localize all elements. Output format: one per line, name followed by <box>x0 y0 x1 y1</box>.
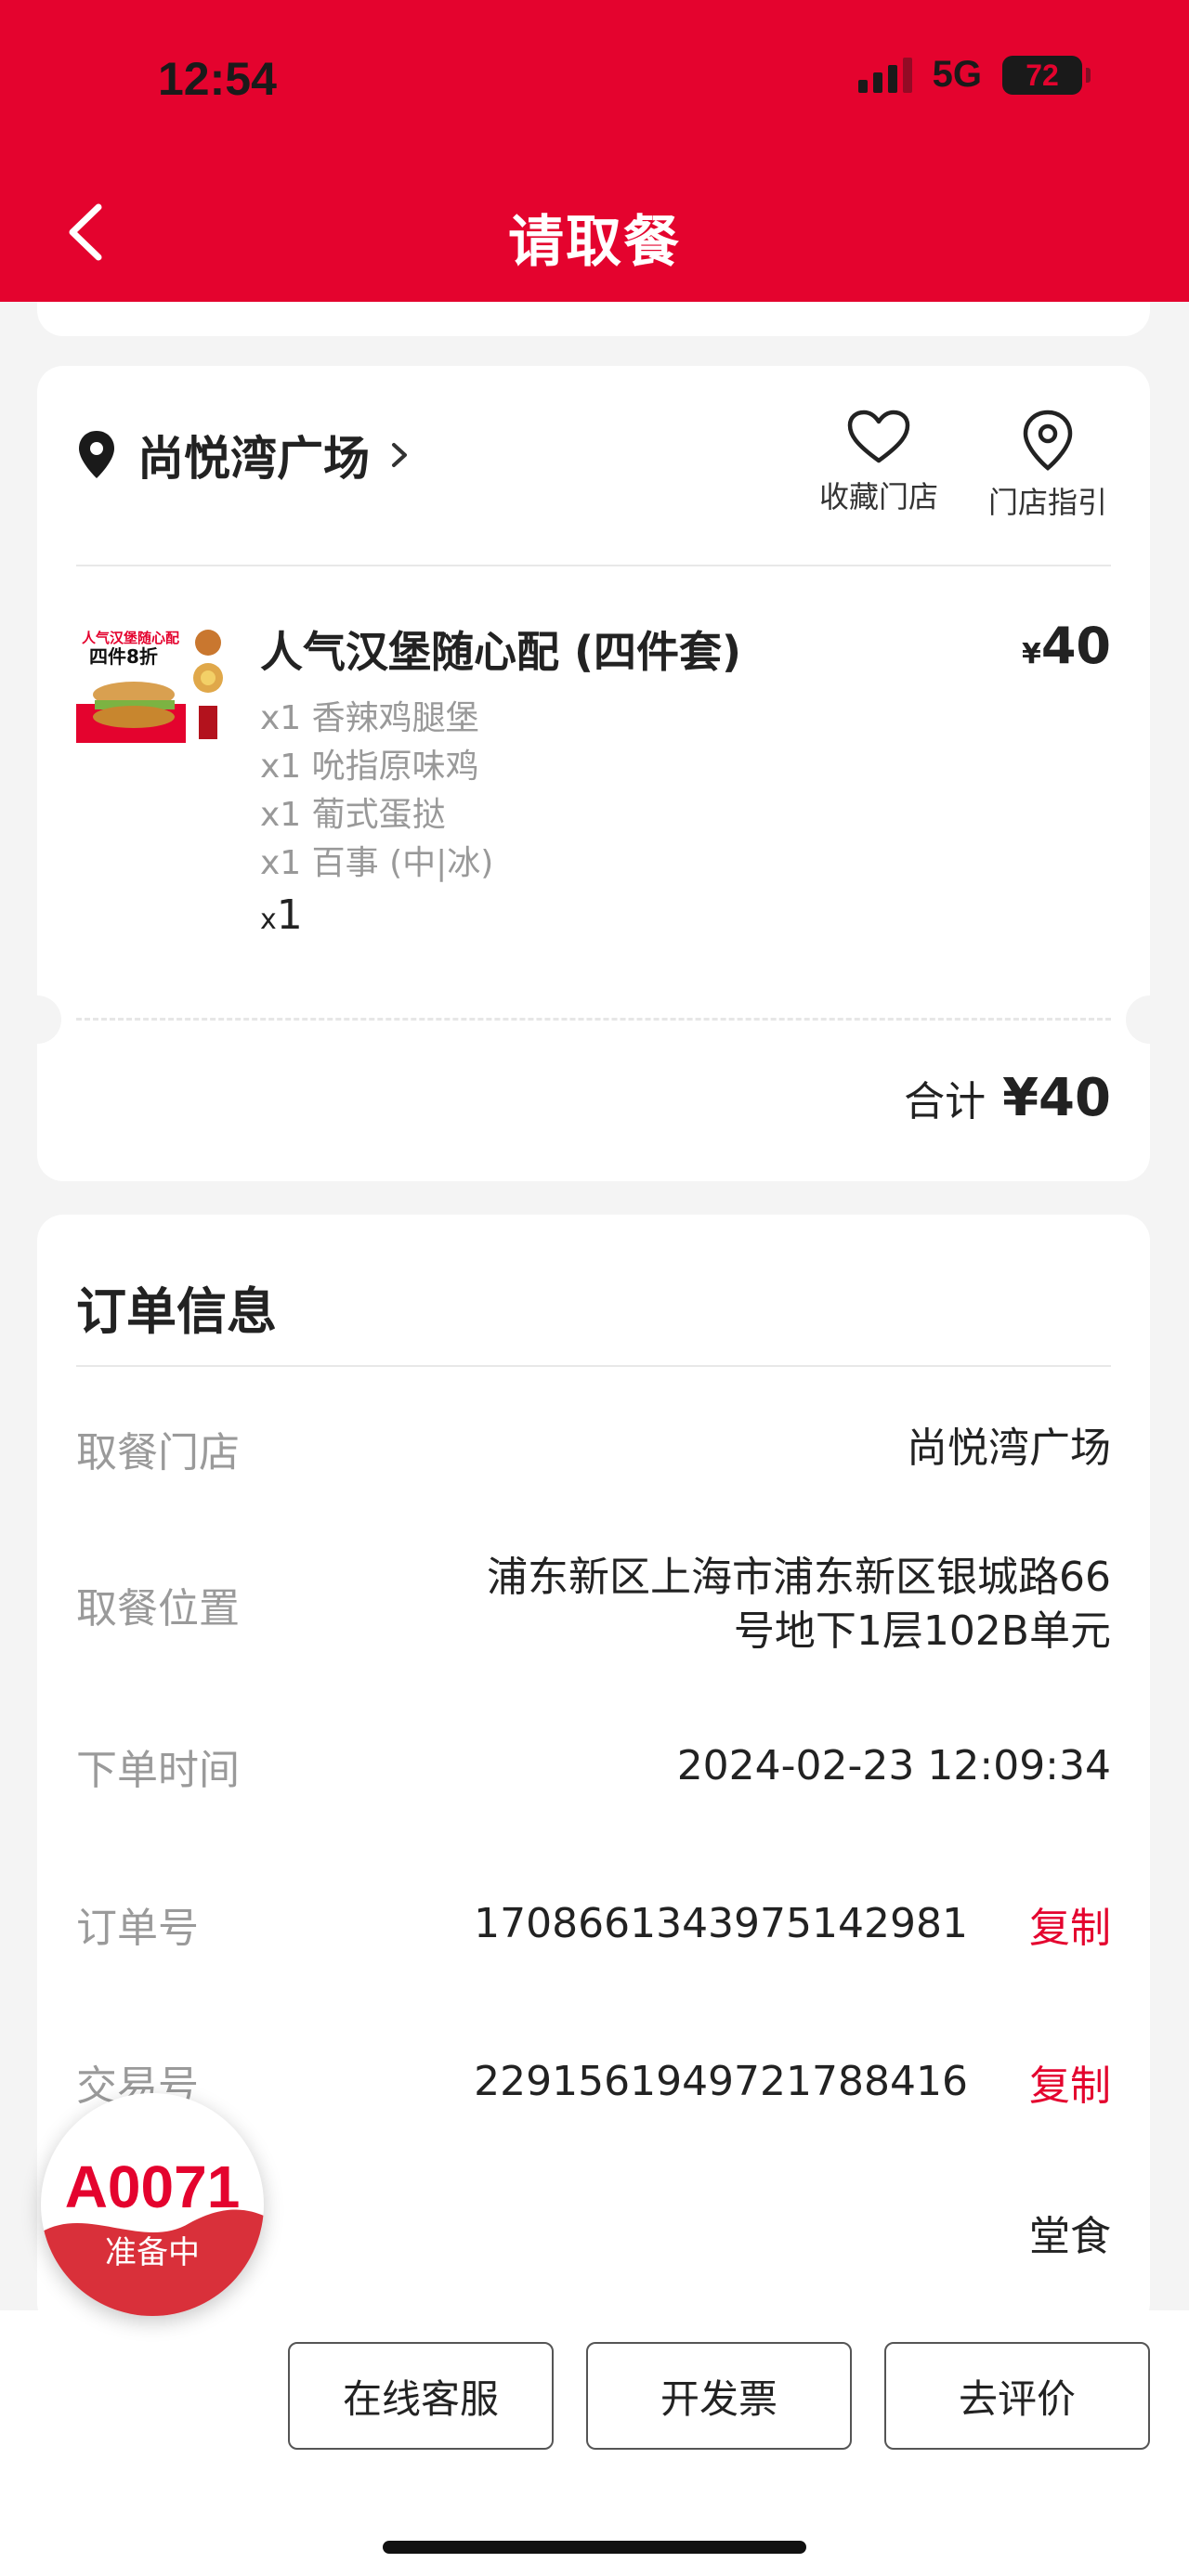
store-actions: 收藏门店 门店指引 <box>814 409 1113 522</box>
info-row-location: 取餐位置 浦东新区上海市浦东新区银城路66 号地下1层102B单元 <box>76 1551 1111 1659</box>
pickup-code: A0071 <box>64 2153 241 2220</box>
product-quantity: x1 <box>260 891 303 939</box>
info-value: 浦东新区上海市浦东新区银城路66 号地下1层102B单元 <box>487 1551 1111 1659</box>
product-image: 人气汉堡随心配 四件8折 <box>76 624 232 743</box>
invoice-button[interactable]: 开发票 <box>586 2342 852 2450</box>
info-label: 下单时间 <box>76 1747 240 1794</box>
product-image-text-1: 人气汉堡随心配 <box>82 630 179 646</box>
product-image-text-2: 四件8折 <box>89 645 158 668</box>
network-type: 5G <box>932 54 982 95</box>
price-symbol: ¥ <box>1021 638 1041 670</box>
list-item: x1 葡式蛋挞 <box>260 796 446 834</box>
info-value-line: 号地下1层102B单元 <box>733 1607 1111 1655</box>
info-row-order-time: 下单时间 2024-02-23 12:09:34 <box>76 1737 1111 1796</box>
copy-order-number-button[interactable]: 复制 <box>1029 1894 1111 1954</box>
ticket-notch-right <box>1126 995 1150 1044</box>
list-item: x1 香辣鸡腿堡 <box>260 699 479 737</box>
chevron-right-icon <box>392 443 407 467</box>
status-time: 12:54 <box>158 53 277 105</box>
divider <box>76 1365 1111 1367</box>
product-price: ¥40 <box>1022 617 1111 675</box>
pickup-code-badge[interactable]: A0071 准备中 <box>41 2093 264 2316</box>
price-value: 40 <box>1040 617 1111 675</box>
copy-transaction-number-button[interactable]: 复制 <box>1029 2052 1111 2112</box>
info-value: 1708661343975142981 <box>474 1900 968 1947</box>
order-info-title: 订单信息 <box>76 1282 277 1341</box>
total-label: 合计 <box>904 1078 986 1125</box>
battery-icon: 72 <box>1002 55 1091 95</box>
page-title: 请取餐 <box>508 210 681 275</box>
info-value: 尚悦湾广场 <box>907 1425 1111 1472</box>
map-pin-icon <box>1023 410 1073 471</box>
list-item: x1 百事 (中|冰) <box>260 844 494 882</box>
total-value: ¥40 <box>1002 1068 1111 1128</box>
signal-icon <box>857 57 912 93</box>
info-value: 2291561949721788416 <box>474 2058 968 2105</box>
quantity-value: 1 <box>276 891 303 939</box>
status-indicators: 5G 72 <box>857 54 1091 96</box>
store-link[interactable]: 尚悦湾广场 <box>76 422 409 488</box>
dashed-divider <box>76 1018 1111 1021</box>
info-row-order-number: 订单号 1708661343975142981 复制 <box>76 1894 1111 1954</box>
info-label: 取餐门店 <box>76 1429 240 1477</box>
location-pin-icon <box>79 431 114 478</box>
divider <box>76 565 1111 566</box>
info-value-line: 浦东新区上海市浦东新区银城路66 <box>487 1554 1111 1601</box>
product-items: x1 香辣鸡腿堡 x1 吮指原味鸡 x1 葡式蛋挞 x1 百事 (中|冰) <box>260 695 493 888</box>
review-button[interactable]: 去评价 <box>884 2342 1150 2450</box>
heart-icon <box>847 410 910 463</box>
store-guide-label: 门店指引 <box>987 485 1107 520</box>
info-row-store: 取餐门店 尚悦湾广场 <box>76 1419 1111 1478</box>
info-value: 堂食 <box>1029 2213 1111 2260</box>
quantity-prefix: x <box>260 904 277 936</box>
store-guide-button[interactable]: 门店指引 <box>983 409 1113 522</box>
home-indicator <box>383 2541 806 2554</box>
favorite-store-button[interactable]: 收藏门店 <box>814 409 944 522</box>
product-title: 人气汉堡随心配 (四件套) <box>260 627 742 677</box>
favorite-store-label: 收藏门店 <box>818 479 938 514</box>
info-value: 2024-02-23 12:09:34 <box>676 1742 1111 1789</box>
ticket-notch-left <box>37 995 61 1044</box>
top-header: 12:54 5G 72 请取餐 <box>0 0 1189 302</box>
order-total: 合计 ¥40 <box>904 1068 1111 1128</box>
pickup-status: 准备中 <box>105 2234 200 2271</box>
store-name: 尚悦湾广场 <box>137 432 370 486</box>
bottom-action-bar: 在线客服 开发票 去评价 <box>0 2310 1189 2576</box>
info-label: 订单号 <box>76 1905 199 1952</box>
customer-service-button[interactable]: 在线客服 <box>288 2342 554 2450</box>
store-product-card: 尚悦湾广场 收藏门店 门店指引 人气汉堡随心配 四件8折 人气汉堡随心配 (四件… <box>37 366 1150 1181</box>
info-label: 取餐位置 <box>76 1585 240 1633</box>
list-item: x1 吮指原味鸡 <box>260 748 479 786</box>
